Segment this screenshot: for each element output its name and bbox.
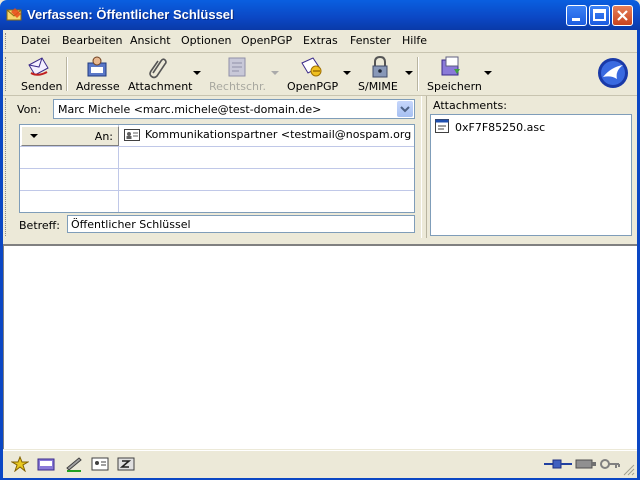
openpgp-label: OpenPGP bbox=[287, 80, 339, 93]
spellcheck-button[interactable]: Rechtschr. bbox=[205, 53, 269, 95]
toolbar-grip[interactable] bbox=[5, 57, 9, 91]
openpgp-dropdown-arrow[interactable] bbox=[343, 71, 351, 75]
menu-hilfe[interactable]: Hilfe bbox=[402, 34, 427, 47]
header-grip[interactable] bbox=[5, 98, 9, 236]
smime-label: S/MIME bbox=[358, 80, 398, 93]
dropdown-triangle-icon bbox=[30, 134, 38, 138]
toolbar-separator bbox=[417, 57, 419, 91]
seamonkey-throbber-icon bbox=[598, 58, 628, 88]
recipient-type-cell: An: bbox=[20, 125, 119, 146]
close-button[interactable] bbox=[612, 5, 633, 26]
attachment-button[interactable]: Attachment bbox=[125, 53, 193, 95]
lock-icon bbox=[372, 55, 388, 78]
recipient-address[interactable]: Kommunikationspartner <testmail@nospam.o… bbox=[145, 128, 411, 141]
address-book-icon bbox=[87, 56, 107, 77]
close-icon bbox=[617, 10, 628, 21]
subject-input[interactable]: Öffentlicher Schlüssel bbox=[67, 215, 415, 233]
from-label: Von: bbox=[17, 103, 42, 116]
toolbar: Senden Adresse Attachment Rechtschr. Ope… bbox=[3, 53, 637, 96]
from-select[interactable]: Marc Michele <marc.michele@test-domain.d… bbox=[53, 99, 415, 119]
menu-optionen[interactable]: Optionen bbox=[181, 34, 231, 47]
security-status-icon[interactable] bbox=[575, 456, 597, 472]
recipient-type-label: An: bbox=[94, 130, 113, 143]
openpgp-icon bbox=[301, 57, 322, 77]
from-value: Marc Michele <marc.michele@test-domain.d… bbox=[58, 103, 322, 116]
send-button[interactable]: Senden bbox=[15, 53, 63, 95]
save-button[interactable]: Speichern bbox=[423, 53, 482, 95]
menu-datei[interactable]: Datei bbox=[21, 34, 50, 47]
navigator-icon[interactable] bbox=[11, 456, 29, 472]
menu-ansicht[interactable]: Ansicht bbox=[130, 34, 171, 47]
recipient-row[interactable]: An: Kommunikationspartner <testmail@nosp… bbox=[20, 125, 414, 147]
key-icon[interactable] bbox=[599, 456, 621, 472]
address-book-icon[interactable] bbox=[91, 456, 109, 472]
mail-icon[interactable] bbox=[37, 456, 55, 472]
send-icon bbox=[28, 57, 49, 76]
file-icon bbox=[435, 119, 449, 133]
resize-grip[interactable] bbox=[623, 464, 635, 476]
address-label: Adresse bbox=[76, 80, 120, 93]
recipient-list: An: Kommunikationspartner <testmail@nosp… bbox=[19, 124, 415, 213]
attachment-dropdown-arrow[interactable] bbox=[193, 71, 201, 75]
compose-app-icon bbox=[6, 8, 22, 21]
chevron-down-icon bbox=[400, 106, 410, 113]
recipient-row-empty[interactable] bbox=[20, 191, 414, 213]
save-icon bbox=[441, 56, 460, 76]
minimize-icon bbox=[572, 18, 580, 21]
recipient-type-cell bbox=[20, 169, 119, 190]
toolbar-separator bbox=[66, 57, 68, 91]
attachments-label: Attachments: bbox=[433, 99, 507, 112]
from-dropdown-button[interactable] bbox=[397, 101, 413, 117]
status-bar bbox=[3, 450, 637, 478]
recipient-type-cell bbox=[20, 191, 119, 212]
attachment-name: 0xF7F85250.asc bbox=[455, 121, 546, 134]
subject-value: Öffentlicher Schlüssel bbox=[71, 218, 191, 231]
paperclip-icon bbox=[149, 58, 167, 79]
attachment-list[interactable]: 0xF7F85250.asc bbox=[430, 114, 632, 236]
online-status-icon[interactable] bbox=[543, 456, 573, 472]
openpgp-button[interactable]: OpenPGP bbox=[283, 53, 339, 95]
subject-label: Betreff: bbox=[19, 219, 60, 232]
recipient-row-empty[interactable] bbox=[20, 169, 414, 191]
smime-dropdown-arrow[interactable] bbox=[405, 71, 413, 75]
composer-icon[interactable] bbox=[65, 456, 83, 472]
menu-fenster[interactable]: Fenster bbox=[350, 34, 391, 47]
spellcheck-label: Rechtschr. bbox=[209, 80, 267, 93]
smime-button[interactable]: S/MIME bbox=[355, 53, 405, 95]
recipient-type-cell bbox=[20, 147, 119, 168]
save-label: Speichern bbox=[427, 80, 482, 93]
menu-bar: Datei Bearbeiten Ansicht Optionen OpenPG… bbox=[3, 30, 637, 53]
spellcheck-icon bbox=[228, 57, 246, 77]
maximize-button[interactable] bbox=[589, 5, 610, 26]
title-bar[interactable]: Verfassen: Öffentlicher Schlüssel bbox=[0, 0, 640, 30]
chatzilla-icon[interactable] bbox=[117, 456, 135, 472]
recipient-type-select[interactable]: An: bbox=[21, 126, 119, 146]
send-label: Senden bbox=[21, 80, 63, 93]
menu-openpgp[interactable]: OpenPGP bbox=[241, 34, 292, 47]
save-dropdown-arrow[interactable] bbox=[484, 71, 492, 75]
address-button[interactable]: Adresse bbox=[71, 53, 123, 95]
window-title: Verfassen: Öffentlicher Schlüssel bbox=[27, 7, 234, 22]
menu-grip[interactable] bbox=[5, 33, 9, 49]
recipient-row-empty[interactable] bbox=[20, 147, 414, 169]
minimize-button[interactable] bbox=[566, 5, 587, 26]
spellcheck-dropdown-arrow[interactable] bbox=[271, 71, 279, 75]
message-body-editor[interactable] bbox=[3, 244, 637, 449]
menu-extras[interactable]: Extras bbox=[303, 34, 338, 47]
attachment-label: Attachment bbox=[128, 80, 193, 93]
menu-bearbeiten[interactable]: Bearbeiten bbox=[62, 34, 122, 47]
maximize-icon bbox=[593, 9, 606, 21]
address-card-icon bbox=[124, 129, 140, 141]
attachment-splitter[interactable] bbox=[421, 96, 427, 238]
